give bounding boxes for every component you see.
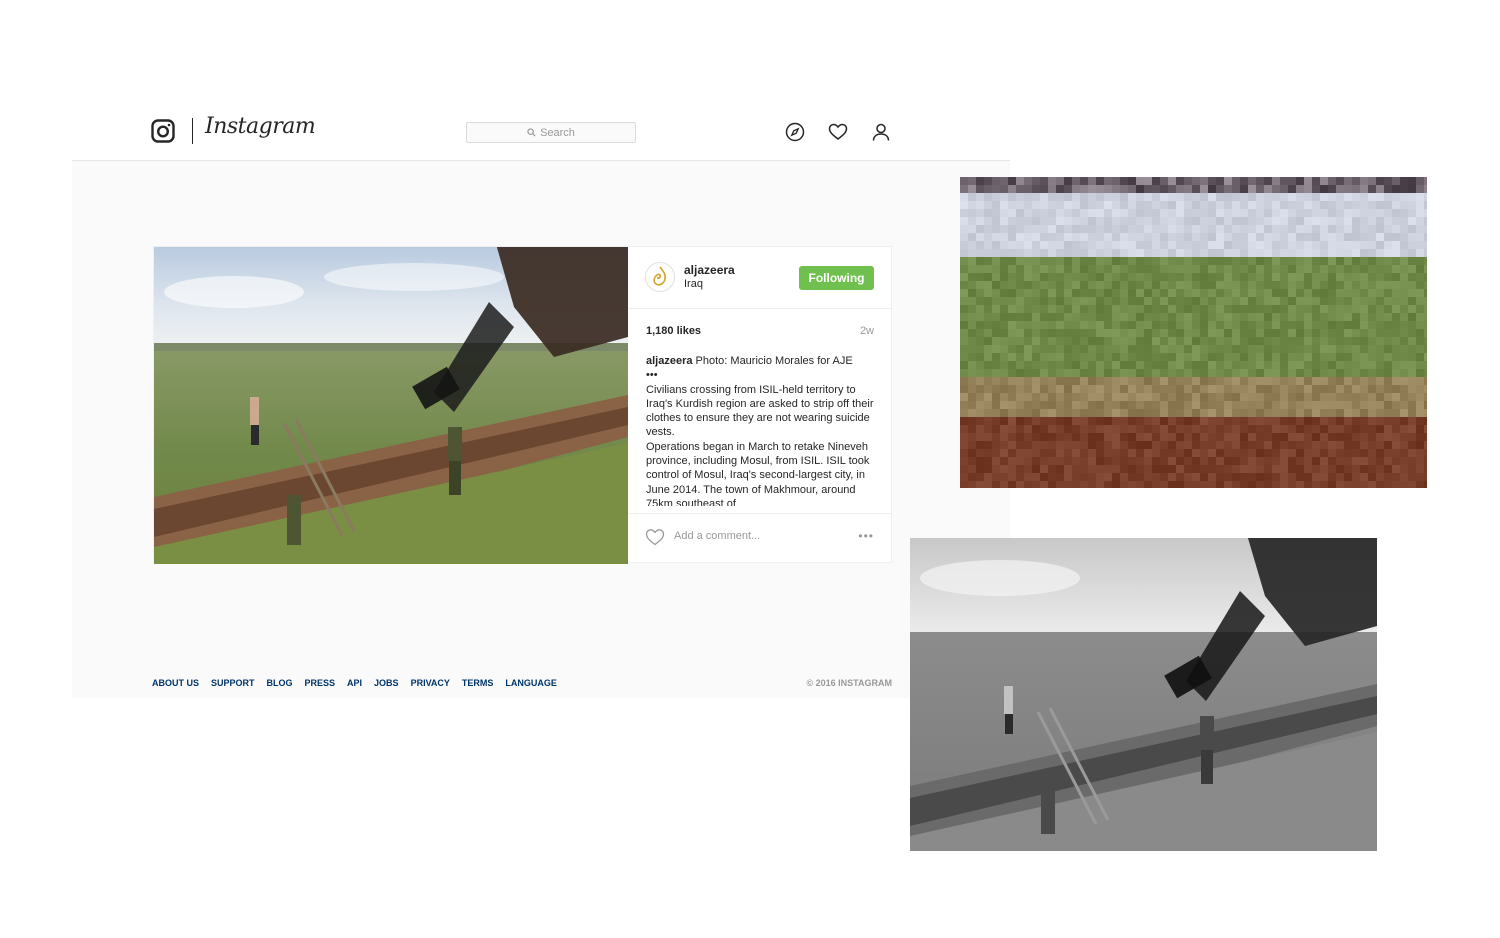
pixel-mosaic xyxy=(960,177,1427,488)
footer-copyright: © 2016 INSTAGRAM xyxy=(806,678,892,688)
footer-link-press[interactable]: PRESS xyxy=(305,678,336,688)
post-details-panel: aljazeera Iraq Following 1,180 likes 2w … xyxy=(628,247,892,562)
avatar[interactable] xyxy=(645,262,675,292)
following-button[interactable]: Following xyxy=(799,266,874,290)
instagram-wordmark[interactable]: Instagram xyxy=(205,114,316,139)
caption-credit: Photo: Mauricio Morales for AJE xyxy=(695,355,853,367)
profile-icon[interactable] xyxy=(871,122,891,142)
footer-link-api[interactable]: API xyxy=(347,678,362,688)
footer-link-jobs[interactable]: JOBS xyxy=(374,678,399,688)
footer-link-blog[interactable]: BLOG xyxy=(267,678,293,688)
post-card: aljazeera Iraq Following 1,180 likes 2w … xyxy=(153,246,892,564)
pixelated-landscape-image xyxy=(960,177,1427,488)
search-input[interactable]: Search xyxy=(466,122,636,143)
likes-count[interactable]: 1,180 likes xyxy=(646,325,701,337)
trench-scene-image xyxy=(154,247,628,564)
footer-link-terms[interactable]: TERMS xyxy=(462,678,494,688)
explore-compass-icon[interactable] xyxy=(785,122,805,142)
logo-divider xyxy=(192,118,193,144)
footer-link-privacy[interactable]: PRIVACY xyxy=(411,678,450,688)
black-and-white-photo xyxy=(910,538,1377,851)
like-heart-icon[interactable] xyxy=(645,528,665,546)
search-icon xyxy=(527,128,536,137)
footer-links: ABOUT US SUPPORT BLOG PRESS API JOBS PRI… xyxy=(152,678,557,688)
footer-link-support[interactable]: SUPPORT xyxy=(211,678,255,688)
search-placeholder: Search xyxy=(540,126,575,139)
top-navigation-bar: Instagram Search xyxy=(72,100,1010,161)
footer-link-about-us[interactable]: ABOUT US xyxy=(152,678,199,688)
post-username[interactable]: aljazeera xyxy=(684,263,735,277)
add-comment-input[interactable]: Add a comment... xyxy=(674,530,760,542)
instagram-window: Instagram Search aljazeera Iraq Followin… xyxy=(72,100,1010,698)
page-footer: ABOUT US SUPPORT BLOG PRESS API JOBS PRI… xyxy=(152,678,892,694)
footer-link-language[interactable]: LANGUAGE xyxy=(505,678,557,688)
post-photo[interactable] xyxy=(154,247,628,564)
post-timestamp[interactable]: 2w xyxy=(860,325,874,337)
heart-icon[interactable] xyxy=(828,122,848,142)
caption-username[interactable]: aljazeera xyxy=(646,355,692,367)
post-caption: aljazeera Photo: Mauricio Morales for AJ… xyxy=(646,354,878,506)
aljazeera-logo-icon xyxy=(653,266,666,286)
more-options-button[interactable]: ••• xyxy=(858,529,874,543)
caption-paragraph-1: Civilians crossing from ISIL-held territ… xyxy=(646,383,874,439)
trench-scene-bw-image xyxy=(910,538,1377,851)
comment-bar: Add a comment... ••• xyxy=(628,513,892,563)
caption-paragraph-2: Operations began in March to retake Nine… xyxy=(646,440,870,506)
post-location[interactable]: Iraq xyxy=(684,278,703,290)
caption-dots: ••• xyxy=(646,369,658,382)
post-header: aljazeera Iraq Following xyxy=(628,247,892,309)
camera-logo-icon[interactable] xyxy=(151,119,175,143)
